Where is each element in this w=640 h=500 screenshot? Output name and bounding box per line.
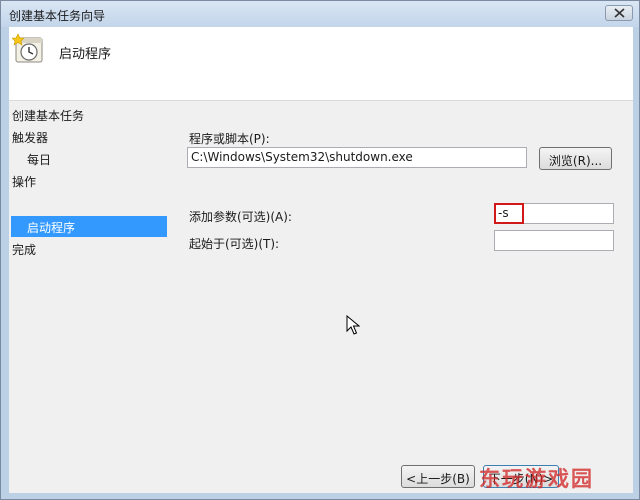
mouse-cursor-icon [346,314,361,338]
steps-heading: 创建基本任务 [12,109,85,123]
close-icon [614,8,625,18]
window-title: 创建基本任务向导 [9,9,106,23]
step-action[interactable]: 操作 [12,173,36,190]
step-daily[interactable]: 每日 [27,151,51,168]
page-title: 启动程序 [59,47,112,62]
close-button[interactable] [605,5,633,21]
step-start-program[interactable]: 启动程序 [11,216,167,237]
browse-button[interactable]: 浏览(R)... [539,147,612,170]
program-input[interactable]: C:\Windows\System32\shutdown.exe [187,147,527,168]
step-finish[interactable]: 完成 [12,241,36,258]
wizard-client-area: 启动程序 创建基本任务 触发器 每日 操作 启动程序 完成 程序或脚本(P): … [9,27,633,493]
program-label: 程序或脚本(P): [189,132,270,146]
step-trigger[interactable]: 触发器 [12,129,48,146]
wizard-header: 启动程序 [9,27,633,100]
wizard-window: 创建基本任务向导 启动程序 创建基本任务 触发器 每日 操作 启动程序 完成 程… [0,0,640,500]
task-clock-icon [11,32,46,69]
title-bar[interactable]: 创建基本任务向导 [1,1,639,27]
arguments-highlight-box [494,203,524,224]
arguments-label: 添加参数(可选)(A): [189,210,292,224]
start-in-label: 起始于(可选)(T): [189,237,280,251]
back-button[interactable]: <上一步(B) [401,465,475,488]
start-in-input[interactable] [494,230,614,251]
site-watermark: 东玩游戏园 [479,467,594,491]
wizard-body: 创建基本任务 触发器 每日 操作 启动程序 完成 程序或脚本(P): C:\Wi… [9,100,633,493]
